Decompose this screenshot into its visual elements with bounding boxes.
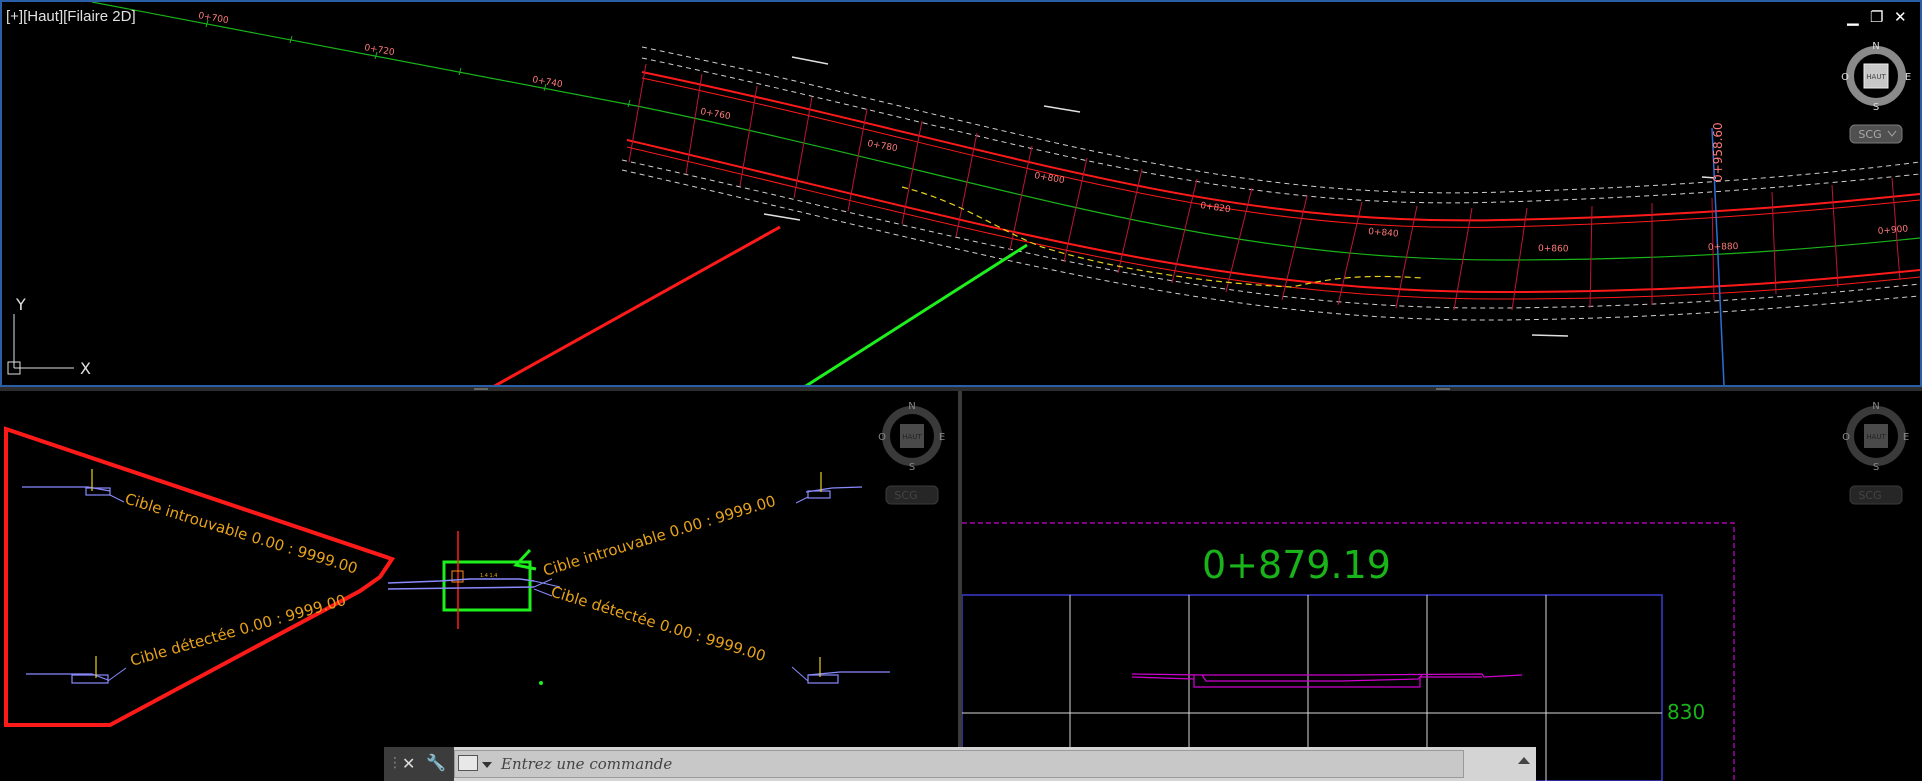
compass-south: S [1873,462,1879,473]
minimize-button[interactable]: ▁ [1847,10,1859,25]
station-label: 0+800 [1033,171,1065,186]
close-viewport-button[interactable]: ✕ [1894,10,1907,25]
axis-x-label: X [80,359,91,378]
road-edge-line [626,146,1920,300]
compass-north: N [1872,401,1879,412]
station-label: 0+840 [1368,227,1399,240]
target-detected-right: Cible détectée 0.00 : 9999.00 [549,583,768,666]
viewcube-face: HAUT [902,433,922,441]
restore-button[interactable]: ❐ [1870,10,1883,25]
station-label: 0+880 [1708,242,1739,253]
target-dashed-line [901,186,1423,288]
command-input[interactable]: Entrez une commande [454,750,1464,778]
compass-west: O [878,432,886,443]
viewport-label[interactable]: [+][Haut][Filaire 2D] [6,8,136,25]
elevation-label: 830 [1667,700,1705,724]
plan-viewport[interactable]: 0+700 0+720 0+740 0+760 0+780 0+800 0+82… [0,0,1922,387]
section-viewer-viewport[interactable]: 1.4 1.4 Cible introuvable 0.00: 9999.00… [0,391,958,781]
station-label: 0+740 [531,75,563,90]
plan-drawing: 0+700 0+720 0+740 0+760 0+780 0+800 0+82… [7,2,1920,385]
station-marker-label: 0+958.60 [1711,122,1725,182]
target-not-found-right: Cible introuvable 0.00 : 9999.00 [541,492,778,580]
road-edge-line [641,77,1920,228]
ucs-badge: SCG [894,489,917,502]
road-edge-line [641,71,1920,222]
command-line-grip[interactable]: ⋮ ✕ 🔧 [384,747,454,781]
axis-y-label: Y [15,295,26,314]
command-prompt-icon[interactable] [458,755,478,771]
customize-wrench-icon[interactable]: 🔧 [426,755,446,771]
red-outline-box [3,426,396,727]
station-label: 0+860 [1538,244,1569,255]
compass-east: E [1903,432,1909,443]
ucs-badge: SCG [1858,489,1881,502]
section-drawing: 1.4 1.4 Cible introuvable 0.00: 9999.00… [3,401,945,727]
section-station-label: 0+879.19 [1202,543,1391,587]
station-label: 0+820 [1200,201,1232,215]
target-not-found-left: Cible introuvable 0.00 : 9999.00 [123,490,360,578]
road-edge-line [626,139,1920,294]
compass-south: S [909,462,915,473]
green-highlight-box [442,560,532,612]
section-view-drawing: 0+879.19 830 HAUT N S E O SCG [962,401,1909,781]
command-line: ⋮ ✕ 🔧 Entrez une commande [384,747,1536,781]
station-label: 0+900 [1877,224,1908,237]
ucs-axis-icon [7,314,74,375]
close-command-line-button[interactable]: ✕ [402,756,415,772]
section-view-viewport[interactable]: 0+879.19 830 HAUT N S E O SCG [962,391,1922,781]
chevron-up-icon[interactable] [1518,757,1530,764]
compass-east: E [939,432,945,443]
red-arrow [493,225,781,385]
viewcube-face: HAUT [1866,433,1886,441]
station-label: 0+700 [197,11,229,26]
station-label: 0+720 [363,43,395,58]
compass-west: O [1842,432,1850,443]
svg-text:1.4 1.4: 1.4 1.4 [480,573,498,579]
green-arrow [804,243,1028,385]
chevron-down-icon[interactable] [482,762,492,768]
station-label: 0+780 [866,139,898,154]
compass-north: N [908,401,915,412]
offset-dashed-line [641,46,1920,194]
